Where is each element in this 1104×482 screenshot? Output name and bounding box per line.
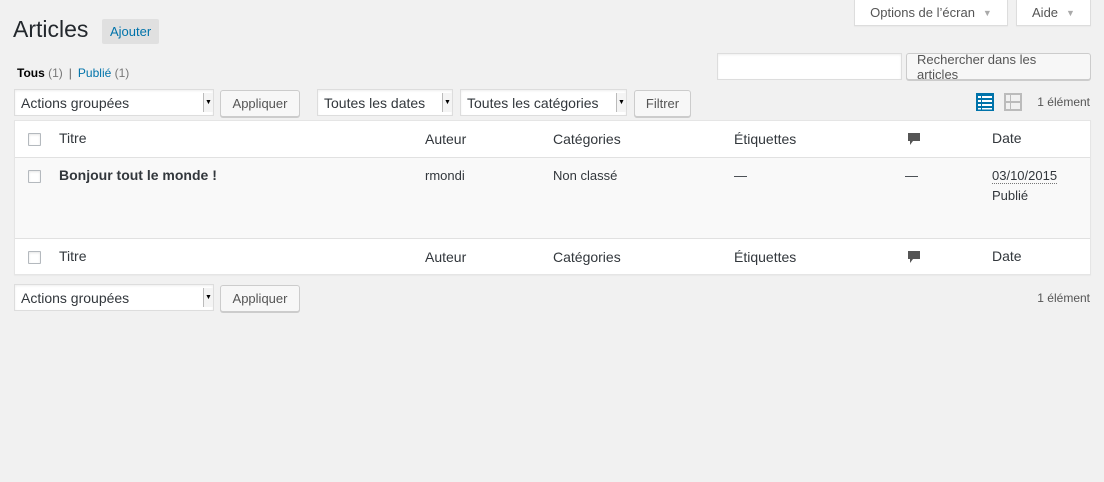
dropdown-arrow-icon: ▼ xyxy=(203,288,213,307)
bulk-actions-select-bottom[interactable]: Actions groupées ▼ xyxy=(14,284,214,311)
chevron-down-icon: ▼ xyxy=(982,7,992,18)
categories-filter-select[interactable]: Toutes les catégories ▼ xyxy=(460,89,627,116)
view-published-label: Publié xyxy=(77,66,112,80)
column-tags-footer: Étiquettes xyxy=(734,249,797,265)
categories-filter-value: Toutes les catégories xyxy=(467,94,599,111)
comment-bubble-icon[interactable] xyxy=(907,132,921,146)
dropdown-arrow-icon: ▼ xyxy=(442,93,452,112)
view-published-count: (1) xyxy=(114,66,130,80)
dropdown-arrow-icon: ▼ xyxy=(616,93,626,112)
post-title-link[interactable]: Bonjour tout le monde ! xyxy=(59,167,217,183)
screen-options-label: Options de l’écran xyxy=(870,5,975,20)
table-footer-row: Titre Auteur Catégories Étiquettes Date xyxy=(15,238,1090,275)
items-count-bottom: 1 élément xyxy=(1037,291,1090,305)
search-submit-button[interactable]: Rechercher dans les articles xyxy=(906,52,1091,82)
list-view-icon[interactable] xyxy=(976,93,994,111)
view-published-link[interactable]: Publié (1) xyxy=(78,66,129,80)
view-all-link[interactable]: Tous (1) xyxy=(17,66,63,80)
post-tags: — xyxy=(734,168,747,183)
column-date-sort[interactable]: Date xyxy=(992,130,1022,146)
bulk-actions-value: Actions groupées xyxy=(21,289,130,306)
column-title-sort[interactable]: Titre xyxy=(59,130,86,146)
apply-button-top[interactable]: Appliquer xyxy=(220,90,300,117)
column-categories-footer: Catégories xyxy=(553,249,621,265)
dates-filter-select[interactable]: Toutes les dates ▼ xyxy=(317,89,453,116)
column-author-footer: Auteur xyxy=(425,249,467,265)
help-button[interactable]: Aide ▼ xyxy=(1016,0,1091,26)
chevron-down-icon: ▼ xyxy=(1066,7,1075,18)
column-date-sort-footer[interactable]: Date xyxy=(992,248,1022,264)
post-status: Publié xyxy=(992,188,1029,203)
view-separator: | xyxy=(68,66,72,80)
table-row: Bonjour tout le monde ! rmondi Non class… xyxy=(15,158,1090,238)
items-count-top: 1 élément xyxy=(1037,95,1090,109)
bulk-actions-value: Actions groupées xyxy=(21,94,130,111)
post-category-link[interactable]: Non classé xyxy=(553,168,617,183)
column-categories: Catégories xyxy=(553,131,621,147)
dropdown-arrow-icon: ▼ xyxy=(203,93,213,112)
help-label: Aide xyxy=(1032,5,1059,20)
view-all-count: (1) xyxy=(48,66,63,80)
select-all-checkbox[interactable] xyxy=(28,133,41,146)
bulk-actions-select-top[interactable]: Actions groupées ▼ xyxy=(14,89,214,116)
column-author: Auteur xyxy=(425,131,467,147)
page-title: Articles xyxy=(13,16,89,42)
column-tags: Étiquettes xyxy=(734,131,797,147)
filter-button[interactable]: Filtrer xyxy=(634,90,691,117)
dates-filter-value: Toutes les dates xyxy=(324,94,426,111)
posts-table: Titre Auteur Catégories Étiquettes Date … xyxy=(14,120,1091,275)
post-date: 03/10/2015 xyxy=(992,168,1058,184)
search-input[interactable] xyxy=(717,53,902,80)
view-all-label: Tous xyxy=(17,66,45,80)
add-new-button[interactable]: Ajouter xyxy=(102,19,160,44)
post-comments: — xyxy=(905,168,918,183)
post-author-link[interactable]: rmondi xyxy=(425,168,465,183)
table-header-row: Titre Auteur Catégories Étiquettes Date xyxy=(15,121,1090,158)
post-date-value: 03/10/2015 xyxy=(992,168,1058,184)
screen-options-button[interactable]: Options de l’écran ▼ xyxy=(854,0,1008,26)
row-checkbox[interactable] xyxy=(28,170,41,183)
column-title-sort-footer[interactable]: Titre xyxy=(59,248,86,264)
post-status-filter: Tous (1) | Publié (1) xyxy=(17,66,129,80)
comment-bubble-icon[interactable] xyxy=(907,250,921,264)
excerpt-view-icon[interactable] xyxy=(1004,93,1022,111)
apply-button-bottom[interactable]: Appliquer xyxy=(220,285,300,312)
select-all-checkbox-footer[interactable] xyxy=(28,251,41,264)
